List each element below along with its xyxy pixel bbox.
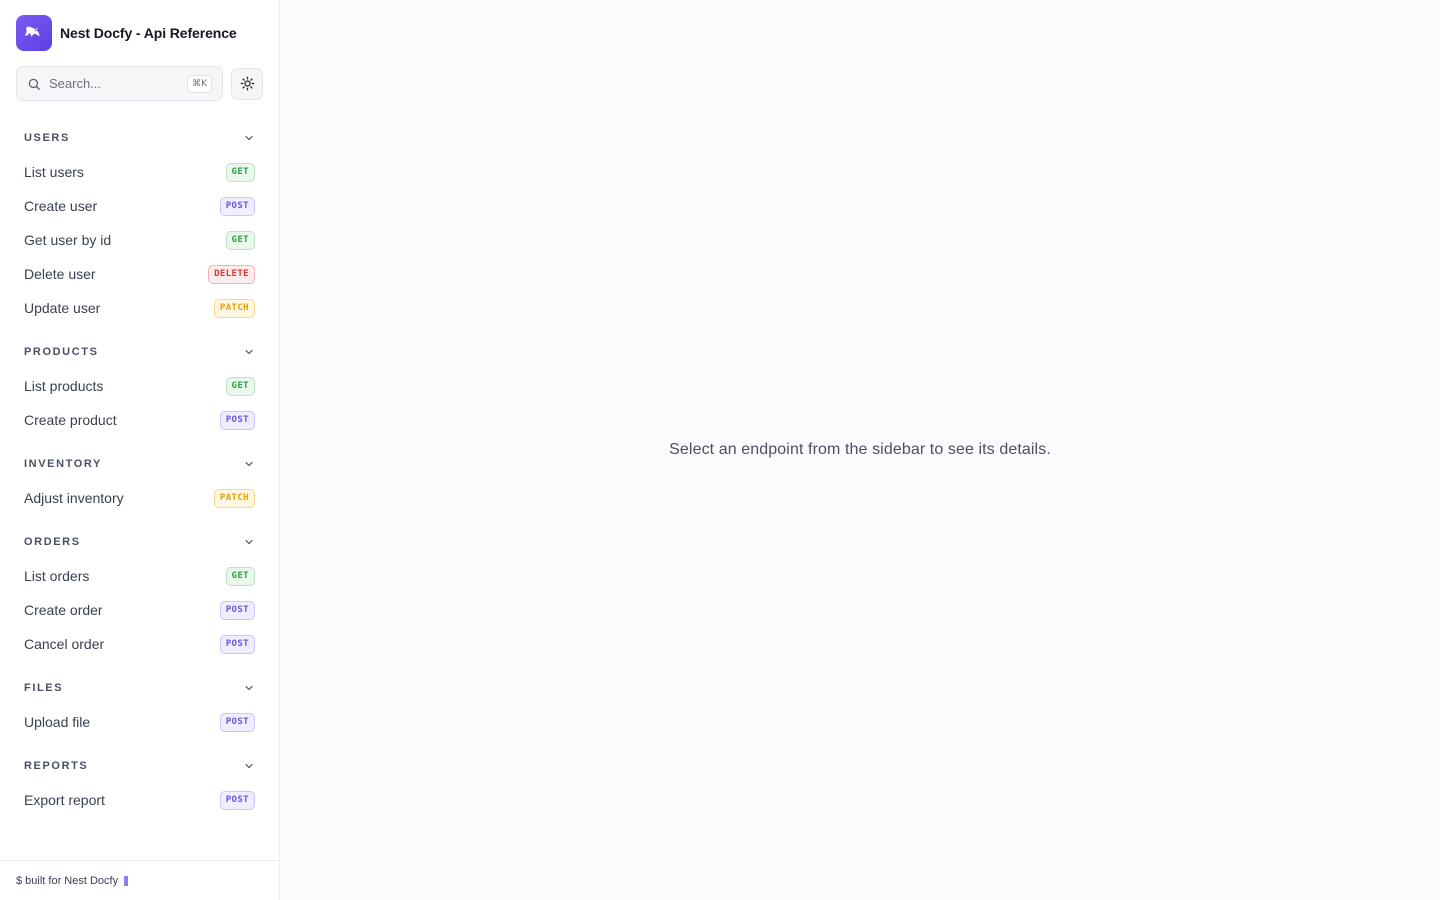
method-badge: POST — [219, 712, 255, 732]
brand: Nest Docfy - Api Reference — [0, 0, 279, 66]
method-badge: POST — [219, 600, 255, 620]
nav-item-create-user[interactable]: Create user POST — [24, 189, 255, 223]
chevron-down-icon — [245, 135, 253, 141]
chevron-down-icon — [245, 539, 253, 545]
sun-icon — [240, 76, 254, 91]
nav-item-label: Get user by id — [24, 232, 112, 248]
nav-item-label: Export report — [24, 792, 105, 808]
nav-group-header[interactable]: USERS — [24, 125, 255, 151]
search-icon — [28, 78, 40, 90]
method-badge: POST — [219, 634, 255, 654]
nav-item-label: Create user — [24, 198, 98, 214]
nav-group-title: ORDERS — [24, 536, 81, 548]
search-input[interactable] — [49, 76, 180, 91]
nav-group-users: USERS List users GET Create user POST Ge… — [24, 125, 255, 325]
method-badge: POST — [219, 790, 255, 810]
nav-item-list-users[interactable]: List users GET — [24, 155, 255, 189]
sidebar-footer: $ built for Nest Docfy — [0, 860, 279, 900]
nav-group-header[interactable]: REPORTS — [24, 753, 255, 779]
method-badge: PATCH — [213, 298, 255, 318]
sidebar: Nest Docfy - Api Reference ⌘K — [0, 0, 280, 900]
method-badge: GET — [225, 162, 255, 182]
nav-item-label: Create product — [24, 412, 117, 428]
nav-item-list-products[interactable]: List products GET — [24, 369, 255, 403]
chevron-down-icon — [245, 763, 253, 769]
nav-item-list-orders[interactable]: List orders GET — [24, 559, 255, 593]
nav-group-title: INVENTORY — [24, 458, 102, 470]
nav-item-create-product[interactable]: Create product POST — [24, 403, 255, 437]
nav-group-header[interactable]: PRODUCTS — [24, 339, 255, 365]
method-badge: GET — [225, 566, 255, 586]
chevron-down-icon — [245, 685, 253, 691]
nav-group-title: REPORTS — [24, 760, 89, 772]
method-badge: DELETE — [208, 264, 255, 284]
nav-group-header[interactable]: FILES — [24, 675, 255, 701]
search-row: ⌘K — [0, 66, 279, 101]
nav-item-label: Upload file — [24, 714, 91, 730]
nav-item-label: Create order — [24, 602, 103, 618]
nav-item-get-user-by-id[interactable]: Get user by id GET — [24, 223, 255, 257]
app-title: Nest Docfy - Api Reference — [60, 25, 237, 41]
nav-group-products: PRODUCTS List products GET Create produc… — [24, 339, 255, 437]
theme-toggle-button[interactable] — [231, 67, 263, 100]
empty-state-message: Select an endpoint from the sidebar to s… — [669, 441, 1051, 458]
nav-item-upload-file[interactable]: Upload file POST — [24, 705, 255, 739]
endpoint-nav: USERS List users GET Create user POST Ge… — [0, 101, 279, 860]
app-root: Nest Docfy - Api Reference ⌘K — [0, 0, 1440, 900]
nav-item-cancel-order[interactable]: Cancel order POST — [24, 627, 255, 661]
nav-item-delete-user[interactable]: Delete user DELETE — [24, 257, 255, 291]
nest-logo-icon[interactable] — [16, 15, 52, 51]
nav-group-reports: REPORTS Export report POST — [24, 753, 255, 817]
method-badge: POST — [219, 410, 255, 430]
nav-item-label: Delete user — [24, 266, 96, 282]
cursor-icon — [124, 875, 129, 886]
nav-group-title: USERS — [24, 132, 70, 144]
nav-item-export-report[interactable]: Export report POST — [24, 783, 255, 817]
chevron-down-icon — [245, 461, 253, 467]
nav-item-label: Cancel order — [24, 636, 105, 652]
nav-group-orders: ORDERS List orders GET Create order POST… — [24, 529, 255, 661]
nav-item-update-user[interactable]: Update user PATCH — [24, 291, 255, 325]
main-content: Select an endpoint from the sidebar to s… — [280, 0, 1440, 900]
method-badge: POST — [219, 196, 255, 216]
search-box[interactable]: ⌘K — [16, 66, 223, 101]
nav-group-title: PRODUCTS — [24, 346, 99, 358]
nav-item-label: List orders — [24, 568, 90, 584]
nav-item-create-order[interactable]: Create order POST — [24, 593, 255, 627]
method-badge: GET — [225, 230, 255, 250]
footer-text: $ built for Nest Docfy — [16, 874, 119, 887]
nav-group-title: FILES — [24, 682, 64, 694]
nav-item-label: List products — [24, 378, 104, 394]
nav-item-label: List users — [24, 164, 84, 180]
chevron-down-icon — [245, 349, 253, 355]
method-badge: PATCH — [213, 488, 255, 508]
method-badge: GET — [225, 376, 255, 396]
nav-group-inventory: INVENTORY Adjust inventory PATCH — [24, 451, 255, 515]
nav-item-label: Adjust inventory — [24, 490, 124, 506]
nav-group-header[interactable]: ORDERS — [24, 529, 255, 555]
nav-group-header[interactable]: INVENTORY — [24, 451, 255, 477]
nav-item-adjust-inventory[interactable]: Adjust inventory PATCH — [24, 481, 255, 515]
nav-item-label: Update user — [24, 300, 101, 316]
search-shortcut-badge: ⌘K — [187, 74, 212, 93]
nav-group-files: FILES Upload file POST — [24, 675, 255, 739]
